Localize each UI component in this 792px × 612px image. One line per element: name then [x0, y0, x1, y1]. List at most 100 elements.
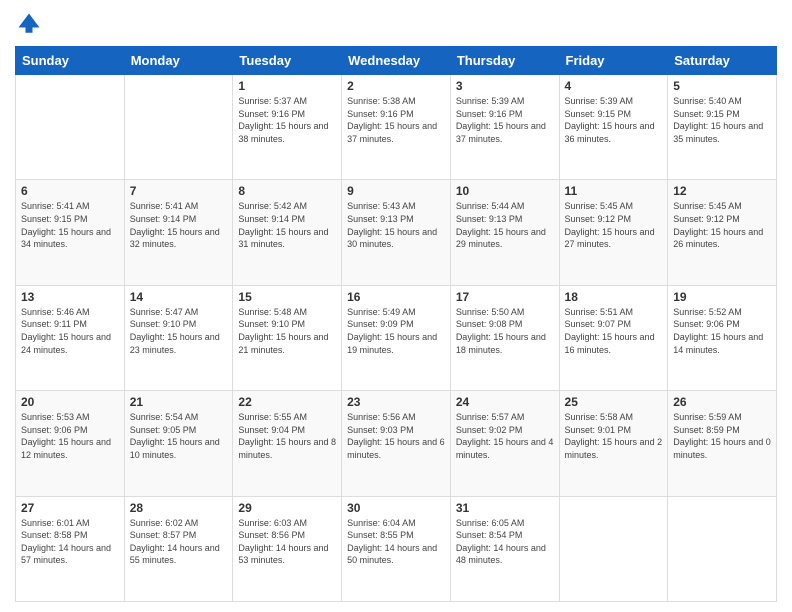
calendar-cell: 17Sunrise: 5:50 AMSunset: 9:08 PMDayligh…	[450, 285, 559, 390]
calendar-cell: 20 Sunrise: 5:53 AMSunset: 9:06 PMDayligh…	[16, 391, 125, 496]
day-info: Sunrise: 5:58 AMSunset: 9:01 PMDaylight:…	[565, 411, 663, 461]
day-info: Sunrise: 5:41 AMSunset: 9:15 PMDaylight:…	[21, 200, 119, 250]
day-number: 25	[565, 395, 663, 409]
calendar-week-5: 27 Sunrise: 6:01 AMSunset: 8:58 PMDayligh…	[16, 496, 777, 601]
day-info: Sunrise: 5:46 AMSunset: 9:11 PMDaylight:…	[21, 306, 119, 356]
day-info: Sunrise: 5:48 AMSunset: 9:10 PMDaylight:…	[238, 306, 336, 356]
day-number: 21	[130, 395, 228, 409]
day-number: 8	[238, 184, 336, 198]
calendar-cell: 8 Sunrise: 5:42 AMSunset: 9:14 PMDaylight…	[233, 180, 342, 285]
day-info: Sunrise: 6:04 AMSunset: 8:55 PMDaylight:…	[347, 517, 445, 567]
weekday-header-friday: Friday	[559, 47, 668, 75]
weekday-header-saturday: Saturday	[668, 47, 777, 75]
calendar-cell: 21 Sunrise: 5:54 AMSunset: 9:05 PMDayligh…	[124, 391, 233, 496]
day-info: Sunrise: 5:59 AMSunset: 8:59 PMDaylight:…	[673, 411, 771, 461]
day-info: Sunrise: 5:49 AMSunset: 9:09 PMDaylight:…	[347, 306, 445, 356]
calendar-cell: 24 Sunrise: 5:57 AMSunset: 9:02 PMDayligh…	[450, 391, 559, 496]
day-info: Sunrise: 5:55 AMSunset: 9:04 PMDaylight:…	[238, 411, 336, 461]
calendar-cell: 19 Sunrise: 5:52 AMSunset: 9:06 PMDayligh…	[668, 285, 777, 390]
day-number: 16	[347, 290, 445, 304]
calendar-cell: 6 Sunrise: 5:41 AMSunset: 9:15 PMDaylight…	[16, 180, 125, 285]
day-number: 9	[347, 184, 445, 198]
day-number: 24	[456, 395, 554, 409]
logo-icon	[15, 10, 43, 38]
day-info: Sunrise: 6:05 AMSunset: 8:54 PMDaylight:…	[456, 517, 554, 567]
calendar-cell: 28Sunrise: 6:02 AMSunset: 8:57 PMDayligh…	[124, 496, 233, 601]
calendar-cell	[124, 75, 233, 180]
day-info: Sunrise: 5:47 AMSunset: 9:10 PMDaylight:…	[130, 306, 228, 356]
calendar-cell: 2 Sunrise: 5:38 AMSunset: 9:16 PMDaylight…	[342, 75, 451, 180]
calendar-cell: 3 Sunrise: 5:39 AMSunset: 9:16 PMDaylight…	[450, 75, 559, 180]
day-info: Sunrise: 5:50 AMSunset: 9:08 PMDaylight:…	[456, 306, 554, 356]
calendar-cell: 27 Sunrise: 6:01 AMSunset: 8:58 PMDayligh…	[16, 496, 125, 601]
calendar-week-3: 13Sunrise: 5:46 AMSunset: 9:11 PMDayligh…	[16, 285, 777, 390]
weekday-header-thursday: Thursday	[450, 47, 559, 75]
calendar-cell: 10Sunrise: 5:44 AMSunset: 9:13 PMDayligh…	[450, 180, 559, 285]
calendar-cell: 12 Sunrise: 5:45 AMSunset: 9:12 PMDayligh…	[668, 180, 777, 285]
calendar-cell: 11 Sunrise: 5:45 AMSunset: 9:12 PMDayligh…	[559, 180, 668, 285]
day-number: 2	[347, 79, 445, 93]
day-info: Sunrise: 5:54 AMSunset: 9:05 PMDaylight:…	[130, 411, 228, 461]
calendar-cell: 29 Sunrise: 6:03 AMSunset: 8:56 PMDayligh…	[233, 496, 342, 601]
day-number: 5	[673, 79, 771, 93]
day-info: Sunrise: 5:38 AMSunset: 9:16 PMDaylight:…	[347, 95, 445, 145]
day-info: Sunrise: 6:02 AMSunset: 8:57 PMDaylight:…	[130, 517, 228, 567]
day-info: Sunrise: 6:03 AMSunset: 8:56 PMDaylight:…	[238, 517, 336, 567]
day-number: 18	[565, 290, 663, 304]
calendar-header-row: SundayMondayTuesdayWednesdayThursdayFrid…	[16, 47, 777, 75]
weekday-header-wednesday: Wednesday	[342, 47, 451, 75]
weekday-header-tuesday: Tuesday	[233, 47, 342, 75]
day-number: 3	[456, 79, 554, 93]
day-number: 23	[347, 395, 445, 409]
calendar-cell: 25 Sunrise: 5:58 AMSunset: 9:01 PMDayligh…	[559, 391, 668, 496]
calendar-cell: 9 Sunrise: 5:43 AMSunset: 9:13 PMDaylight…	[342, 180, 451, 285]
calendar-cell: 18 Sunrise: 5:51 AMSunset: 9:07 PMDayligh…	[559, 285, 668, 390]
page: SundayMondayTuesdayWednesdayThursdayFrid…	[0, 0, 792, 612]
day-info: Sunrise: 5:40 AMSunset: 9:15 PMDaylight:…	[673, 95, 771, 145]
day-info: Sunrise: 5:39 AMSunset: 9:15 PMDaylight:…	[565, 95, 663, 145]
calendar-cell: 1Sunrise: 5:37 AMSunset: 9:16 PMDaylight…	[233, 75, 342, 180]
day-info: Sunrise: 5:45 AMSunset: 9:12 PMDaylight:…	[565, 200, 663, 250]
day-number: 1	[238, 79, 336, 93]
day-number: 29	[238, 501, 336, 515]
logo	[15, 10, 47, 38]
day-info: Sunrise: 6:01 AMSunset: 8:58 PMDaylight:…	[21, 517, 119, 567]
day-info: Sunrise: 5:45 AMSunset: 9:12 PMDaylight:…	[673, 200, 771, 250]
day-number: 11	[565, 184, 663, 198]
day-number: 4	[565, 79, 663, 93]
calendar-cell: 7Sunrise: 5:41 AMSunset: 9:14 PMDaylight…	[124, 180, 233, 285]
calendar-cell: 26 Sunrise: 5:59 AMSunset: 8:59 PMDayligh…	[668, 391, 777, 496]
day-number: 14	[130, 290, 228, 304]
day-info: Sunrise: 5:53 AMSunset: 9:06 PMDaylight:…	[21, 411, 119, 461]
calendar-cell: 4 Sunrise: 5:39 AMSunset: 9:15 PMDaylight…	[559, 75, 668, 180]
calendar-cell: 5 Sunrise: 5:40 AMSunset: 9:15 PMDaylight…	[668, 75, 777, 180]
calendar-cell: 30 Sunrise: 6:04 AMSunset: 8:55 PMDayligh…	[342, 496, 451, 601]
calendar-table: SundayMondayTuesdayWednesdayThursdayFrid…	[15, 46, 777, 602]
day-number: 30	[347, 501, 445, 515]
day-info: Sunrise: 5:43 AMSunset: 9:13 PMDaylight:…	[347, 200, 445, 250]
day-number: 15	[238, 290, 336, 304]
day-number: 20	[21, 395, 119, 409]
calendar-week-4: 20 Sunrise: 5:53 AMSunset: 9:06 PMDayligh…	[16, 391, 777, 496]
day-info: Sunrise: 5:57 AMSunset: 9:02 PMDaylight:…	[456, 411, 554, 461]
weekday-header-monday: Monday	[124, 47, 233, 75]
day-info: Sunrise: 5:51 AMSunset: 9:07 PMDaylight:…	[565, 306, 663, 356]
calendar-cell: 22 Sunrise: 5:55 AMSunset: 9:04 PMDayligh…	[233, 391, 342, 496]
day-info: Sunrise: 5:56 AMSunset: 9:03 PMDaylight:…	[347, 411, 445, 461]
header	[15, 10, 777, 38]
day-number: 6	[21, 184, 119, 198]
day-info: Sunrise: 5:44 AMSunset: 9:13 PMDaylight:…	[456, 200, 554, 250]
weekday-header-sunday: Sunday	[16, 47, 125, 75]
calendar-cell: 13Sunrise: 5:46 AMSunset: 9:11 PMDayligh…	[16, 285, 125, 390]
calendar-week-2: 6 Sunrise: 5:41 AMSunset: 9:15 PMDaylight…	[16, 180, 777, 285]
calendar-week-1: 1Sunrise: 5:37 AMSunset: 9:16 PMDaylight…	[16, 75, 777, 180]
day-number: 22	[238, 395, 336, 409]
day-number: 19	[673, 290, 771, 304]
calendar-cell: 31Sunrise: 6:05 AMSunset: 8:54 PMDayligh…	[450, 496, 559, 601]
day-info: Sunrise: 5:42 AMSunset: 9:14 PMDaylight:…	[238, 200, 336, 250]
day-number: 27	[21, 501, 119, 515]
day-number: 26	[673, 395, 771, 409]
day-info: Sunrise: 5:52 AMSunset: 9:06 PMDaylight:…	[673, 306, 771, 356]
day-info: Sunrise: 5:39 AMSunset: 9:16 PMDaylight:…	[456, 95, 554, 145]
day-number: 12	[673, 184, 771, 198]
